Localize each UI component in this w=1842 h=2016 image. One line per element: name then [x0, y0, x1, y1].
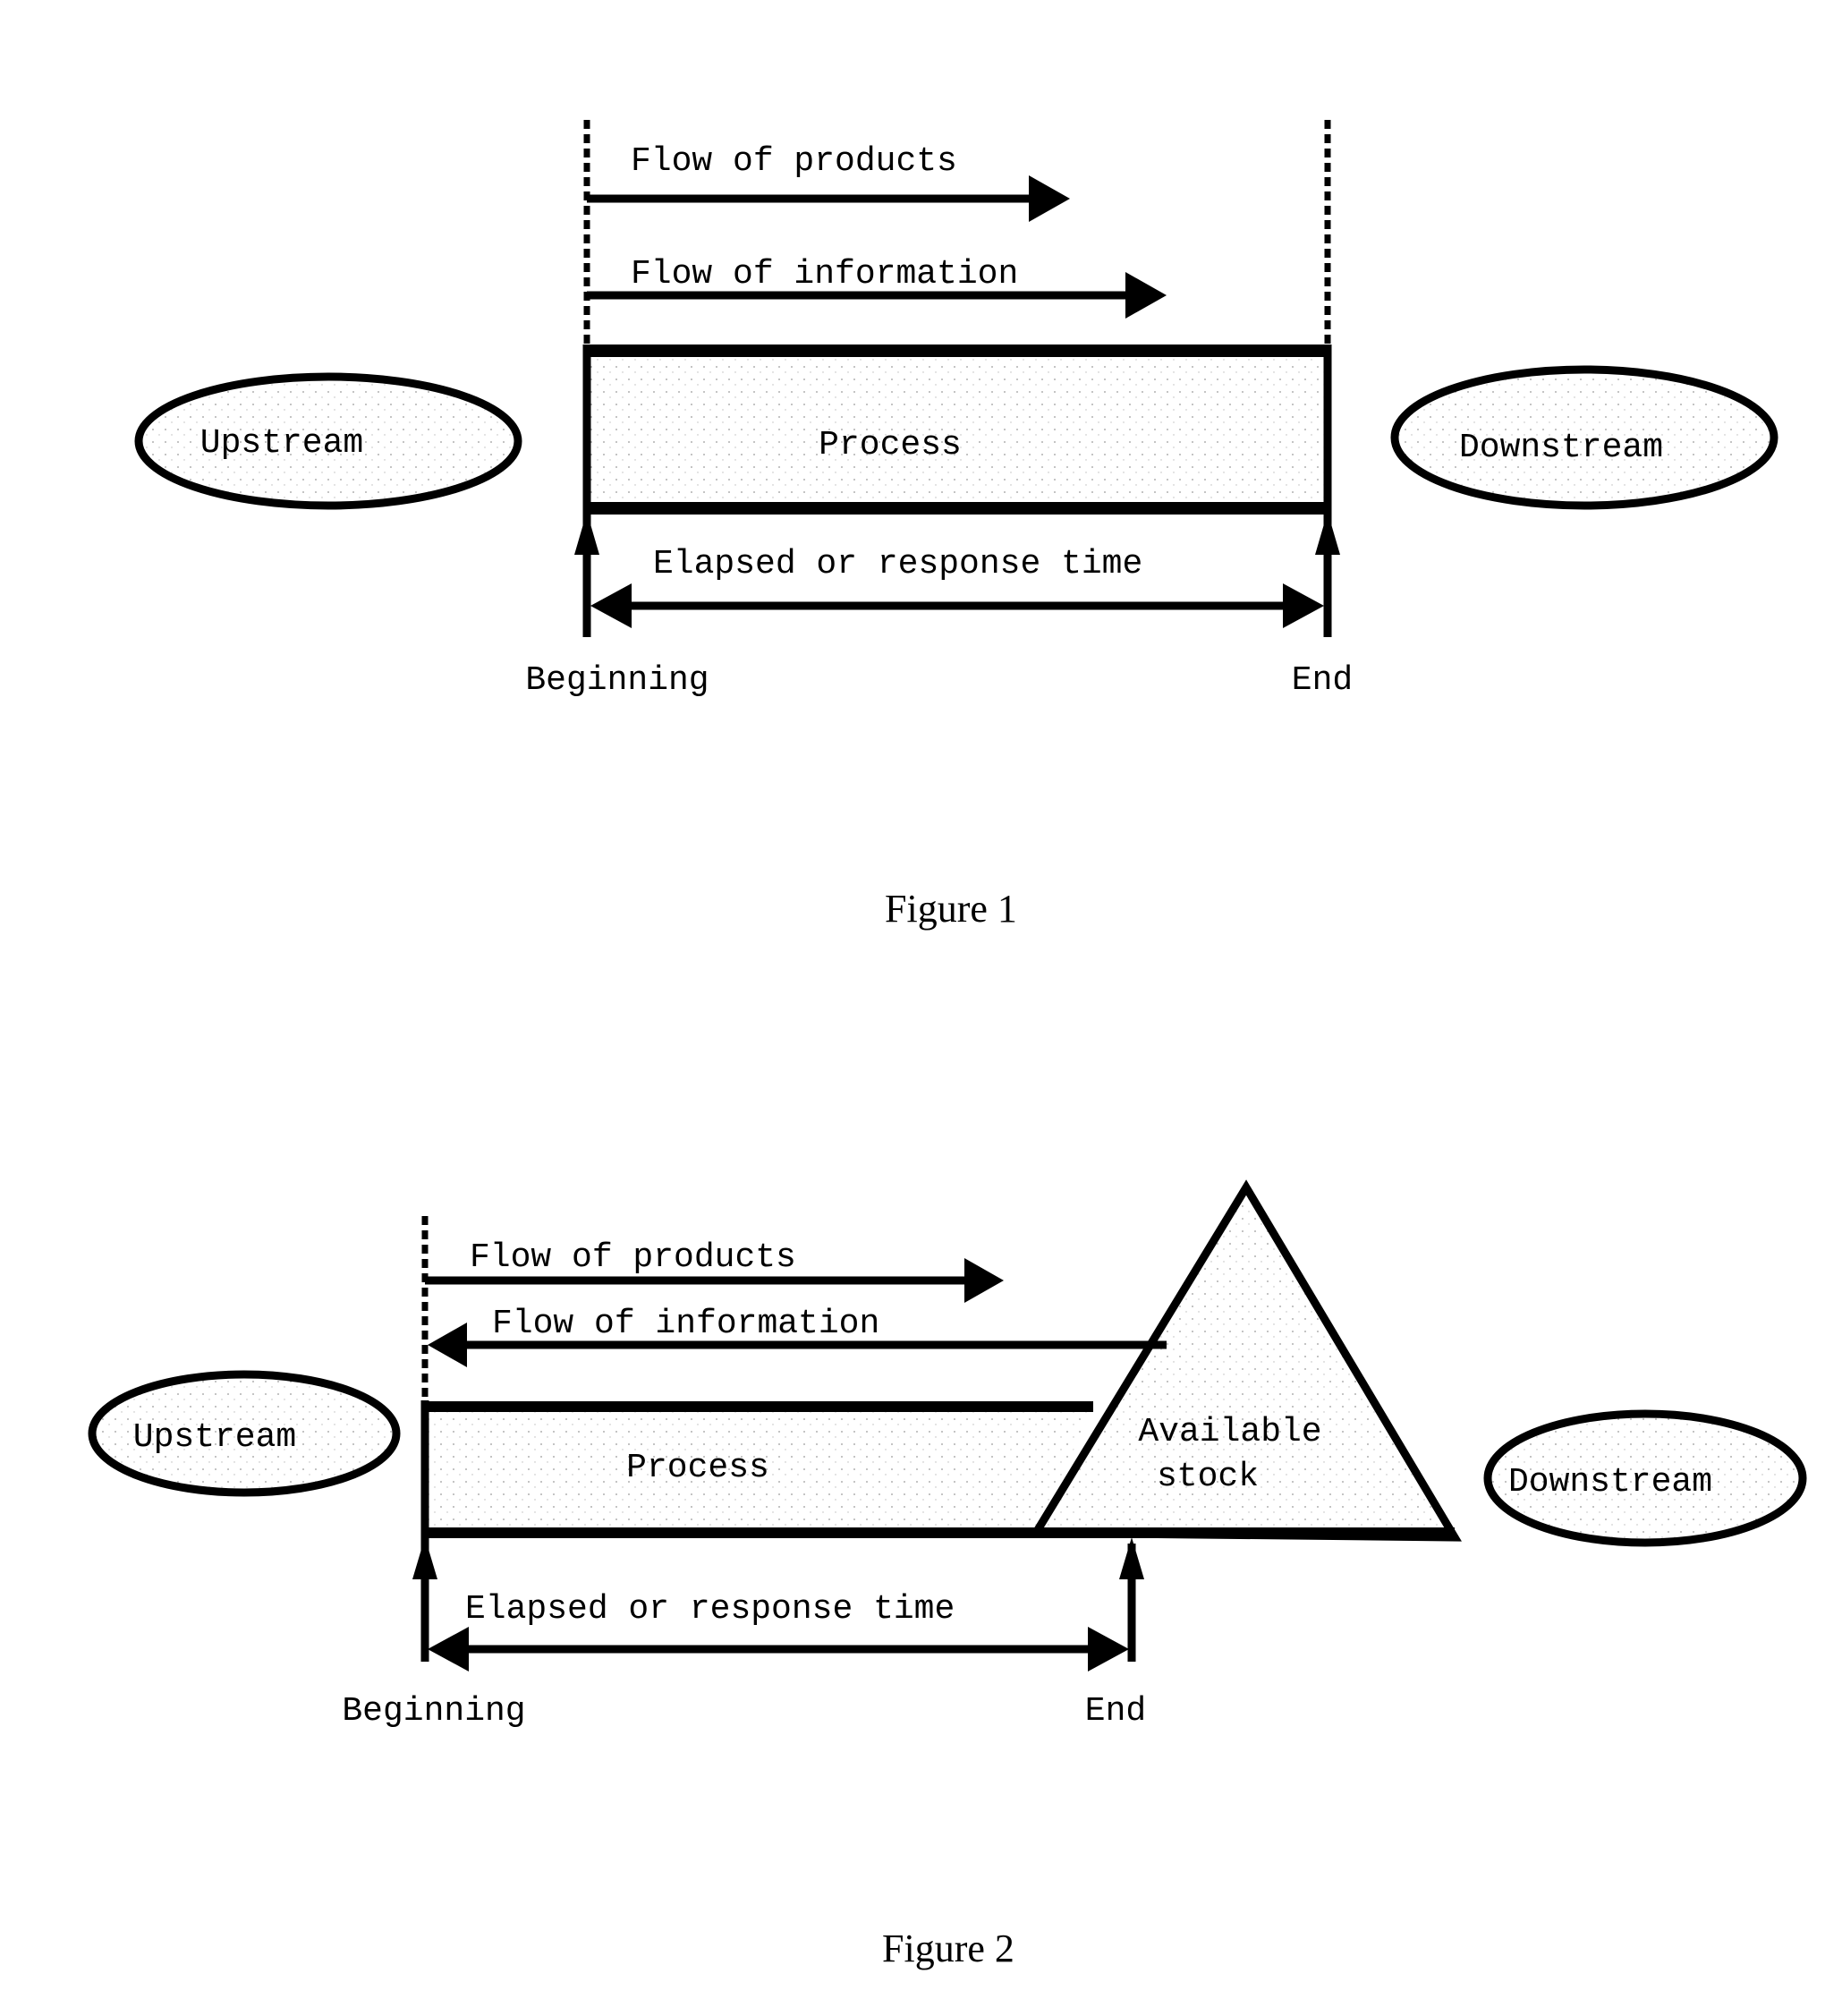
- elapsed-label: Elapsed or response time: [465, 1590, 955, 1629]
- stock-label-line1: Available: [1138, 1413, 1321, 1451]
- upstream-label: Upstream: [200, 424, 363, 463]
- stock-label-line2: stock: [1157, 1458, 1259, 1496]
- beginning-up-arrow-icon: [574, 512, 599, 555]
- elapsed-left-arrowhead-icon: [590, 583, 632, 628]
- upstream-label: Upstream: [133, 1418, 296, 1457]
- figure-1: Upstream Downstream Flow of products Flo…: [134, 120, 1778, 931]
- end-up-arrow-icon: [1315, 512, 1340, 555]
- downstream-node: Downstream: [1483, 1409, 1807, 1547]
- elapsed-right-arrowhead-icon: [1088, 1627, 1129, 1671]
- beginning-up-arrow-icon: [412, 1537, 437, 1579]
- downstream-label: Downstream: [1459, 429, 1663, 467]
- downstream-node: Downstream: [1390, 365, 1778, 510]
- beginning-label: Beginning: [525, 661, 709, 700]
- flow-information-label: Flow of information: [631, 255, 1018, 293]
- flow-products-arrowhead-icon: [964, 1258, 1004, 1303]
- process-label: Process: [819, 426, 962, 464]
- upstream-node: Upstream: [88, 1370, 401, 1497]
- figure-2: Upstream Downstream Available stock Flow…: [88, 1179, 1807, 1970]
- diagram-canvas: Upstream Downstream Flow of products Flo…: [88, 120, 1807, 1970]
- flow-information-arrowhead-icon: [1125, 272, 1167, 319]
- elapsed-left-arrowhead-icon: [428, 1627, 469, 1671]
- flow-products-arrowhead-icon: [1029, 175, 1070, 222]
- elapsed-label: Elapsed or response time: [653, 545, 1142, 583]
- end-label: End: [1085, 1692, 1146, 1731]
- figure-1-caption: Figure 1: [885, 887, 1017, 931]
- downstream-label: Downstream: [1508, 1463, 1712, 1501]
- process-label: Process: [626, 1449, 769, 1487]
- flow-products-label: Flow of products: [470, 1238, 796, 1277]
- end-label: End: [1292, 661, 1353, 700]
- figure-2-caption: Figure 2: [882, 1927, 1014, 1970]
- flow-information-label: Flow of information: [492, 1305, 879, 1343]
- flow-information-arrowhead-icon: [428, 1323, 467, 1367]
- beginning-label: Beginning: [342, 1692, 525, 1731]
- upstream-node: Upstream: [134, 372, 522, 510]
- end-up-arrow-icon: [1119, 1537, 1144, 1579]
- flow-products-label: Flow of products: [631, 142, 957, 181]
- elapsed-right-arrowhead-icon: [1283, 583, 1324, 628]
